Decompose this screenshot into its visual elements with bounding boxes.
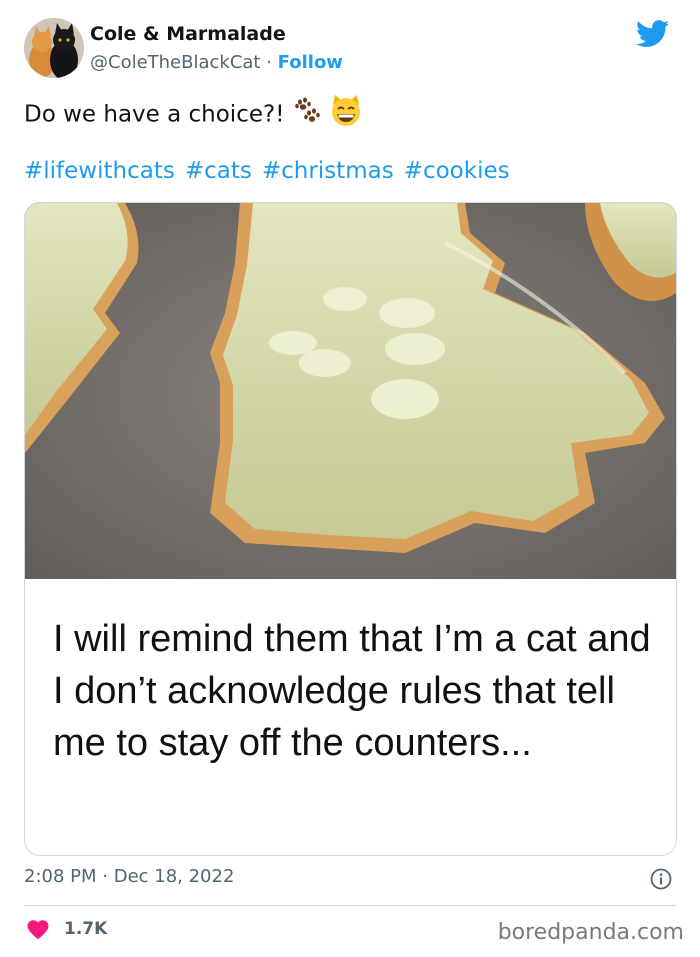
handle-row: @ColeTheBlackCat · Follow <box>90 52 343 73</box>
hashtag-cats[interactable]: #cats <box>185 158 252 184</box>
tweet-date: Dec 18, 2022 <box>113 866 235 887</box>
tweet-text: Do we have a choice?! <box>24 101 285 128</box>
image-caption: I will remind them that I’m a cat and I … <box>53 618 651 764</box>
tweet-text-row: Do we have a choice?! <box>24 93 363 137</box>
like-count: 1.7K <box>64 919 108 939</box>
avatar[interactable] <box>24 18 84 78</box>
divider <box>24 905 676 906</box>
cookie-photo <box>25 203 676 579</box>
separator-dot: · <box>260 52 278 73</box>
twitter-bird-icon[interactable] <box>636 20 670 48</box>
heart-icon <box>27 920 49 940</box>
hashtags: #lifewithcats #cats #christmas #cookies <box>24 154 520 188</box>
grinning-cat-icon <box>329 93 363 137</box>
paw-prints-icon <box>292 95 322 135</box>
hashtag-christmas[interactable]: #christmas <box>262 158 394 184</box>
tweet-timestamp[interactable]: 2:08 PM · Dec 18, 2022 <box>24 866 234 887</box>
info-icon[interactable] <box>650 868 672 890</box>
watermark: boredpanda.com <box>497 920 684 945</box>
display-name[interactable]: Cole & Marmalade <box>90 23 286 45</box>
date-separator: · <box>96 866 114 887</box>
user-handle[interactable]: @ColeTheBlackCat <box>90 52 261 73</box>
like-button[interactable]: 1.7K <box>26 918 107 940</box>
tweet-header: Cole & Marmalade @ColeTheBlackCat · Foll… <box>24 18 676 80</box>
hashtag-lifewithcats[interactable]: #lifewithcats <box>24 158 175 184</box>
follow-button[interactable]: Follow <box>278 52 343 73</box>
hashtag-cookies[interactable]: #cookies <box>404 158 510 184</box>
tweet-time: 2:08 PM <box>24 866 97 887</box>
tweet-media-card[interactable]: I will remind them that I’m a cat and I … <box>24 202 677 856</box>
